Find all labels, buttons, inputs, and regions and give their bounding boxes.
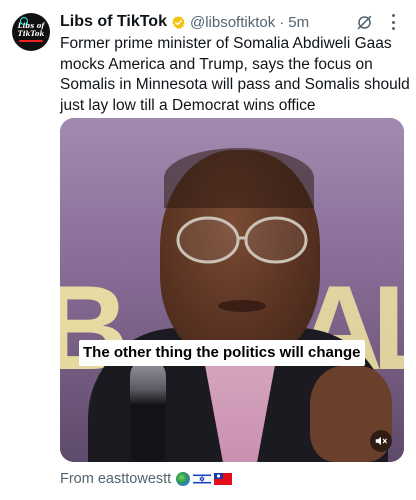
speaker-muted-icon xyxy=(375,436,387,446)
avatar-logo-bar xyxy=(19,40,43,42)
globe-icon xyxy=(176,472,191,486)
tiktok-note-icon xyxy=(20,17,28,25)
grok-icon[interactable] xyxy=(356,14,373,31)
taiwan-flag-icon xyxy=(214,473,233,485)
avatar[interactable]: Libs of TikTok xyxy=(12,13,50,51)
source-text: From easttowestt xyxy=(60,471,172,487)
author-handle[interactable]: @libsoftiktok xyxy=(190,14,275,31)
post-time[interactable]: 5m xyxy=(288,14,309,31)
avatar-logo-text: Libs of TikTok xyxy=(17,21,45,38)
mute-button[interactable] xyxy=(370,430,392,452)
post-text: Former prime minister of Somalia Abdiwel… xyxy=(60,35,410,114)
author-name[interactable]: Libs of TikTok xyxy=(60,13,167,31)
speaker-mouth xyxy=(218,300,266,312)
post-header: Libs of TikTok @libsoftiktok · 5m xyxy=(60,12,309,32)
video-player[interactable]: B A L The other thing the politics will … xyxy=(60,118,404,462)
speaker-hair xyxy=(164,148,314,208)
background-letter: L xyxy=(372,268,404,388)
source-attribution[interactable]: From easttowestt xyxy=(60,471,233,487)
israel-flag-icon xyxy=(193,473,212,485)
speaker-glasses xyxy=(176,216,308,264)
separator-dot: · xyxy=(279,13,285,31)
video-caption: The other thing the politics will change xyxy=(79,340,365,366)
more-options-icon[interactable] xyxy=(392,14,396,30)
microphone xyxy=(130,358,166,462)
verified-badge-icon xyxy=(172,15,185,29)
